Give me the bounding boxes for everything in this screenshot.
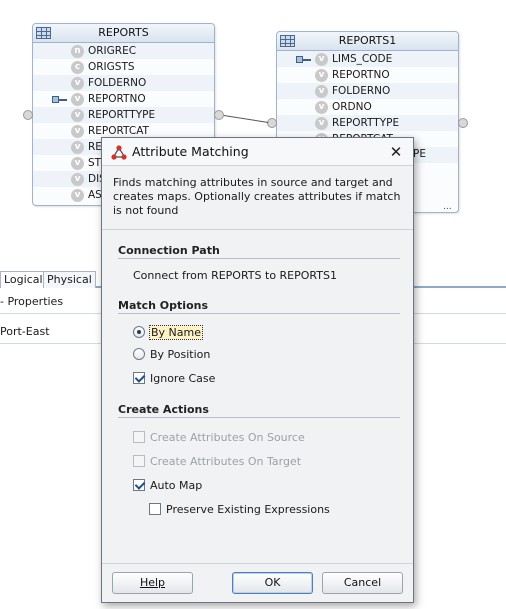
attribute-type-icon: v [71, 125, 84, 138]
attribute-name: REPORTTYPE [332, 117, 400, 129]
attribute-row[interactable]: v REPORTTYPE [33, 107, 214, 123]
tab-physical[interactable]: Physical [43, 271, 96, 288]
attribute-type-icon: v [71, 93, 84, 106]
by-name-label[interactable]: By Name [148, 324, 204, 340]
attribute-name: REPORTCAT [88, 125, 149, 137]
port-reports1-out[interactable] [458, 118, 468, 128]
attribute-name: AS [88, 189, 102, 201]
attribute-name: REPORTNO [88, 93, 146, 105]
attribute-row[interactable]: v FOLDERNO [33, 75, 214, 91]
partial-attribute-label: PE [413, 148, 426, 160]
attribute-type-icon: v [315, 69, 328, 82]
dialog-separator [102, 563, 413, 564]
attribute-row[interactable]: v REPORTNO [277, 67, 458, 83]
attribute-matching-dialog: Attribute Matching ✕ Finds matching attr… [101, 137, 414, 603]
match-options-heading: Match Options [118, 299, 208, 312]
attribute-name: ORIGSTS [88, 61, 135, 73]
entity-reports1-ellipsis: ... [443, 202, 452, 212]
attribute-type-icon: n [71, 45, 84, 58]
connection-path-heading: Connection Path [118, 244, 220, 257]
ignore-case-checkbox[interactable]: Ignore Case [133, 370, 215, 386]
connection-path-text: Connect from REPORTS to REPORTS1 [133, 269, 337, 282]
help-button[interactable]: Help [112, 572, 193, 594]
entity-reports-title: REPORTS [98, 26, 149, 39]
properties-value: Port-East [0, 325, 50, 338]
port-reports-in[interactable] [23, 110, 33, 120]
connector-line[interactable] [223, 115, 269, 124]
attribute-type-icon: v [315, 101, 328, 114]
create-actions-heading: Create Actions [118, 403, 209, 416]
section-rule [118, 258, 400, 259]
ok-button[interactable]: OK [232, 572, 313, 594]
close-icon[interactable]: ✕ [385, 141, 407, 163]
attribute-name: FOLDERNO [88, 77, 147, 89]
radio-selected-icon[interactable] [133, 326, 145, 338]
attribute-type-icon: v [71, 109, 84, 122]
entity-reports-header[interactable]: REPORTS [33, 24, 214, 43]
mapping-app-icon [111, 145, 127, 160]
auto-map-label[interactable]: Auto Map [150, 479, 202, 492]
create-on-target-label: Create Attributes On Target [150, 454, 302, 468]
table-grid-icon [36, 27, 51, 39]
attribute-row[interactable]: c ORIGSTS [33, 59, 214, 75]
port-reports1-in[interactable] [267, 118, 277, 128]
auto-map-checkbox[interactable]: Auto Map [133, 477, 202, 493]
radio-unselected-icon[interactable] [133, 348, 145, 360]
section-rule [118, 313, 400, 314]
key-icon [296, 56, 312, 63]
attribute-row[interactable]: v REPORTNO [33, 91, 214, 107]
attribute-name: ORDNO [332, 101, 372, 113]
attribute-row[interactable]: v REPORTTYPE [277, 115, 458, 131]
key-icon [52, 96, 68, 103]
attribute-name: ORIGREC [88, 45, 137, 57]
preserve-existing-checkbox[interactable]: Preserve Existing Expressions [149, 501, 330, 517]
entity-reports1-header[interactable]: REPORTS1 [277, 32, 458, 51]
properties-title[interactable]: - Properties [0, 294, 63, 310]
table-grid-icon [280, 35, 295, 47]
attribute-type-icon: v [71, 173, 84, 186]
create-on-target-checkbox[interactable]: Create Attributes On Target [133, 453, 301, 469]
by-position-radio[interactable]: By Position [133, 346, 210, 362]
attribute-row[interactable]: v LIMS_CODE [277, 51, 458, 67]
cancel-button[interactable]: Cancel [322, 572, 403, 594]
by-position-label[interactable]: By Position [150, 348, 210, 361]
dialog-titlebar[interactable]: Attribute Matching ✕ [102, 138, 413, 166]
attribute-type-icon: c [71, 61, 84, 74]
attribute-type-icon: v [315, 85, 328, 98]
attribute-type-icon: v [71, 157, 84, 170]
checkbox-checked-icon[interactable] [133, 372, 145, 384]
create-on-source-label: Create Attributes On Source [150, 430, 305, 444]
attribute-name: REPORTTYPE [88, 109, 156, 121]
preserve-existing-label[interactable]: Preserve Existing Expressions [166, 503, 330, 516]
attribute-row[interactable]: n ORIGREC [33, 43, 214, 59]
tab-logical[interactable]: Logical [0, 271, 47, 288]
checkbox-checked-icon[interactable] [133, 479, 145, 491]
by-name-radio[interactable]: By Name [133, 324, 204, 340]
attribute-row[interactable]: v ORDNO [277, 99, 458, 115]
attribute-type-icon: v [315, 117, 328, 130]
help-button-label: Help [139, 576, 166, 589]
checkbox-disabled-icon[interactable] [133, 431, 145, 443]
port-reports-out[interactable] [214, 110, 224, 120]
attribute-name: FOLDERNO [332, 85, 391, 97]
attribute-row[interactable]: v FOLDERNO [277, 83, 458, 99]
checkbox-disabled-icon[interactable] [133, 455, 145, 467]
attribute-type-icon: v [315, 53, 328, 66]
attribute-type-icon: v [71, 189, 84, 202]
ignore-case-label[interactable]: Ignore Case [150, 372, 215, 385]
create-on-source-checkbox[interactable]: Create Attributes On Source [133, 429, 305, 445]
dialog-title: Attribute Matching [132, 144, 249, 159]
entity-reports1-title: REPORTS1 [338, 34, 397, 47]
checkbox-unchecked-icon[interactable] [149, 503, 161, 515]
attribute-name: REPORTNO [332, 69, 390, 81]
attribute-name: RE [88, 141, 102, 153]
attribute-name: LIMS_CODE [332, 53, 393, 65]
dialog-separator [102, 229, 413, 230]
attribute-type-icon: v [71, 141, 84, 154]
attribute-name: ST [88, 157, 102, 169]
attribute-type-icon: v [71, 77, 84, 90]
section-rule [118, 417, 400, 418]
dialog-description: Finds matching attributes in source and … [113, 176, 401, 217]
